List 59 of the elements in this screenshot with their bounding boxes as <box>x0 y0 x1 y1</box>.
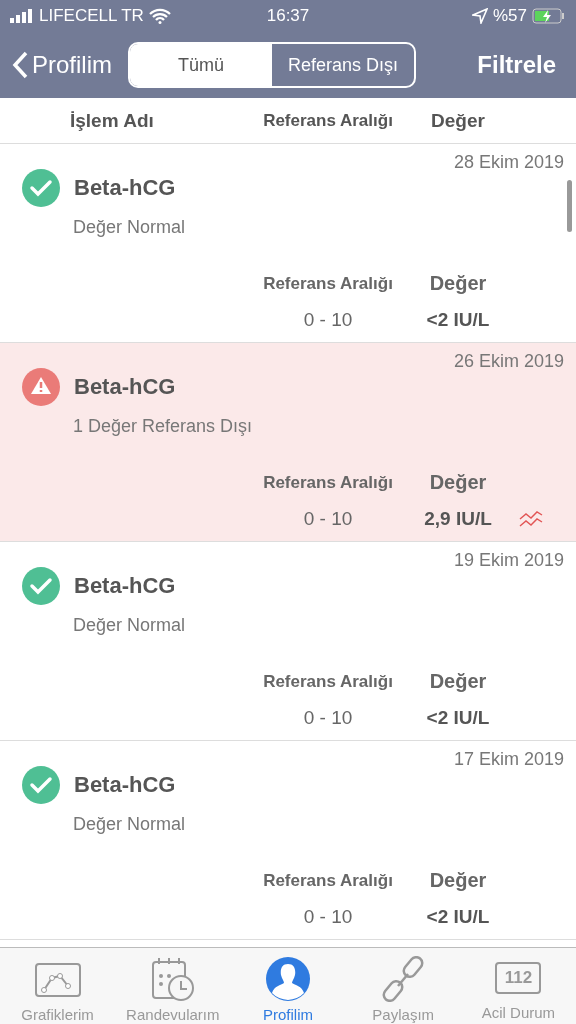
test-name: Beta-hCG <box>74 772 176 798</box>
range-value: 0 - 10 <box>302 906 354 928</box>
result-date: 26 Ekim 2019 <box>453 351 564 371</box>
result-value: <2 IU/L <box>425 309 491 331</box>
range-value: 0 - 10 <box>302 309 354 331</box>
result-status: 1 Değer Referans Dışı <box>73 416 253 436</box>
result-date: 28 Ekim 2019 <box>453 152 564 172</box>
profile-icon <box>264 956 312 1002</box>
range-label: Referans Aralığı <box>262 870 394 891</box>
value-label: Değer <box>428 869 488 892</box>
filter-button[interactable]: Filtrele <box>477 51 564 79</box>
emergency-number-icon: 112 <box>495 962 542 994</box>
back-button[interactable]: Profilim <box>12 51 112 79</box>
signal-icon <box>10 9 34 23</box>
result-status: Değer Normal <box>73 814 186 834</box>
test-name: Beta-hCG <box>74 374 176 400</box>
result-status: Değer Normal <box>73 217 186 237</box>
result-card[interactable]: 26 Ekim 2019 Beta-hCG 1 Değer Referans Dışı Referans Aralığı Değer 0 - 10 2,9 IU/L <box>0 343 576 542</box>
wifi-icon <box>148 8 171 24</box>
result-card[interactable]: 19 Ekim 2019 Beta-hCG Değer Normal Referans Aralığı Değer 0 - 10 <2 IU/L <box>0 542 576 741</box>
battery-charging-icon <box>532 8 566 24</box>
tab-bar-item[interactable]: Paylaşım <box>345 948 461 1024</box>
result-status: Değer Normal <box>73 615 186 635</box>
range-value: 0 - 10 <box>302 707 354 729</box>
check-icon <box>22 169 60 207</box>
value-label: Değer <box>428 272 488 295</box>
trend-icon[interactable] <box>519 510 543 528</box>
check-icon <box>22 567 60 605</box>
clock-time: 16:37 <box>266 6 310 26</box>
result-date: 17 Ekim 2019 <box>453 749 564 769</box>
tab-bar-item[interactable]: Profilim <box>230 948 346 1024</box>
value-label: Değer <box>428 471 488 494</box>
result-value: 2,9 IU/L <box>423 508 493 530</box>
scroll-bar <box>567 180 572 232</box>
result-date: 19 Ekim 2019 <box>453 550 564 570</box>
result-value: <2 IU/L <box>425 906 491 928</box>
test-name: Beta-hCG <box>74 573 176 599</box>
range-label: Referans Aralığı <box>262 472 394 493</box>
result-card[interactable]: 17 Ekim 2019 Beta-hCG Değer Normal Referans Aralığı Değer 0 - 10 <2 IU/L <box>0 741 576 940</box>
result-value: <2 IU/L <box>425 707 491 729</box>
range-label: Referans Aralığı <box>262 273 394 294</box>
tab-bar-item[interactable]: Grafiklerim <box>0 948 116 1024</box>
battery-percent: %57 <box>493 6 527 26</box>
range-value: 0 - 10 <box>302 508 354 530</box>
check-icon <box>22 766 60 804</box>
column-header: Referans Aralığı <box>262 110 394 131</box>
range-label: Referans Aralığı <box>262 671 394 692</box>
location-arrow-icon <box>472 8 488 24</box>
warning-icon <box>22 368 60 406</box>
tab-bar-item[interactable]: Randevularım <box>115 948 231 1024</box>
value-label: Değer <box>428 670 488 693</box>
segment-tab[interactable]: Tümü <box>130 44 272 86</box>
chevron-left-icon <box>12 51 28 79</box>
segment-tab[interactable]: Referans Dışı <box>272 44 414 86</box>
tab-bar-item[interactable]: 112 Acil Durum <box>460 948 576 1024</box>
carrier-name: LIFECELL TR <box>39 6 144 26</box>
test-name: Beta-hCG <box>74 175 176 201</box>
column-header: İşlem Adı <box>69 109 155 132</box>
column-header: Değer <box>430 109 486 132</box>
